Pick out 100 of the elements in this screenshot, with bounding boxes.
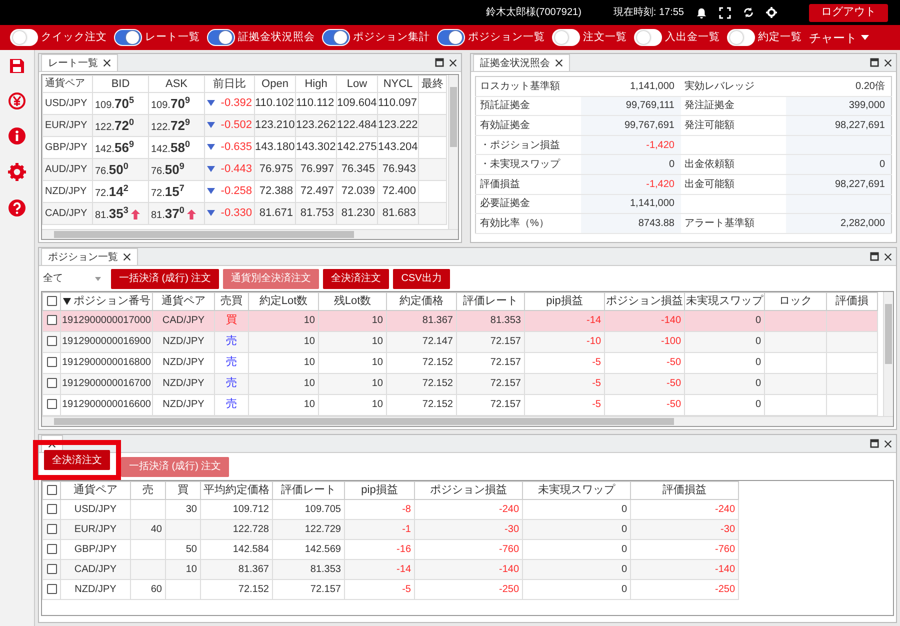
logout-button[interactable]: ログアウト [809, 4, 888, 22]
panel-tab[interactable]: レート一覧 [41, 54, 118, 71]
field-label: 有効証拠金 [476, 116, 580, 136]
help-icon[interactable] [8, 199, 26, 217]
close-icon[interactable] [103, 59, 111, 67]
checkbox[interactable] [46, 524, 56, 534]
price: 122.72$^{0}$ [95, 120, 134, 132]
column-header[interactable]: 評価損 [826, 292, 878, 310]
field-value: -1,420 [580, 174, 680, 194]
vertical-scrollbar[interactable] [883, 292, 893, 416]
maximize-icon[interactable] [435, 58, 444, 67]
checkbox[interactable] [46, 315, 56, 326]
yen-coin-icon[interactable] [8, 92, 26, 110]
sort-icon[interactable] [62, 298, 70, 305]
column-header[interactable]: ロック [764, 292, 826, 310]
close-icon[interactable] [449, 58, 457, 66]
column-header[interactable]: 売 [130, 482, 166, 499]
toggle-switch[interactable] [552, 29, 580, 46]
checkbox[interactable] [46, 378, 56, 388]
panel-tab[interactable]: 証拠金状況照会 [473, 54, 570, 71]
column-header[interactable]: ポジション損益 [414, 482, 522, 499]
column-header[interactable]: 残Lot数 [318, 292, 386, 310]
table-cell: 10 [318, 331, 386, 352]
column-header[interactable]: 通貨ペア [152, 292, 214, 310]
table-cell: -10 [524, 331, 604, 352]
table-cell: -100 [604, 331, 684, 352]
price: 142.58$^{0}$ [151, 142, 190, 154]
field-value: 0 [580, 154, 680, 174]
action-button[interactable]: 全決済注文 [323, 268, 390, 288]
table-row[interactable]: 1912900000016800 NZD/JPY 売 10 10 72.152 72.157 -5 -50 0 [42, 352, 878, 373]
toggle-switch[interactable] [114, 29, 142, 46]
toggle-switch[interactable] [634, 29, 662, 46]
column-header[interactable]: 平均約定価格 [200, 482, 272, 499]
column-header[interactable]: 評価レート [456, 292, 524, 310]
toggle-switch[interactable] [437, 29, 465, 46]
column-header[interactable]: ポジション損益 [604, 292, 684, 310]
table-row[interactable]: 1912900000016900 NZD/JPY 売 10 10 72.147 72.157 -10 -100 0 [42, 331, 878, 352]
table-row[interactable]: 1912900000016700 NZD/JPY 売 10 10 72.152 72.157 -5 -50 0 [42, 373, 878, 394]
toggle-switch[interactable] [727, 29, 755, 46]
field-label: 評価損益 [476, 174, 580, 194]
close-icon[interactable] [555, 59, 563, 67]
column-header[interactable]: 通貨ペア [60, 482, 130, 499]
table-cell: 0 [522, 579, 630, 599]
table-cell: 109.712 [200, 499, 272, 519]
field-value: 1,141,000 [580, 76, 680, 96]
close-icon[interactable] [884, 252, 892, 260]
save-icon[interactable] [9, 58, 25, 74]
table-row[interactable]: 1912900000017000 CAD/JPY 買 10 10 81.367 81.353 -14 -140 0 [42, 310, 878, 331]
checkbox[interactable] [46, 485, 56, 496]
column-header[interactable]: 買 [166, 482, 200, 499]
table-cell: -5 [524, 394, 604, 415]
action-button[interactable]: 一括決済 (成行) 注文 [111, 268, 220, 288]
maximize-icon[interactable] [870, 252, 879, 261]
field-label: ・未実現スワップ [476, 154, 580, 174]
close-icon[interactable] [884, 440, 892, 448]
checkbox[interactable] [46, 296, 56, 306]
checkbox[interactable] [46, 336, 56, 346]
info-icon[interactable] [8, 127, 26, 145]
bell-icon[interactable] [696, 6, 707, 18]
close-icon[interactable] [884, 58, 892, 66]
checkbox[interactable] [46, 504, 56, 514]
field-value: 98,227,691 [786, 116, 892, 136]
column-header[interactable]: 売買 [214, 292, 248, 310]
column-header[interactable]: pip損益 [524, 292, 604, 310]
column-header[interactable]: 約定Lot数 [248, 292, 318, 310]
panel-tab[interactable]: ポジション一覧 [41, 248, 138, 265]
fullscreen-icon[interactable] [719, 6, 731, 18]
maximize-icon[interactable] [870, 58, 879, 67]
chart-menu[interactable]: チャート [809, 28, 869, 46]
toggle-switch[interactable] [207, 29, 235, 46]
checkbox[interactable] [46, 544, 56, 554]
action-button[interactable]: CSV出力 [393, 268, 450, 288]
refresh-icon[interactable] [743, 7, 754, 18]
horizontal-scrollbar[interactable] [42, 416, 893, 426]
table-row[interactable]: 1912900000016600 NZD/JPY 売 10 10 72.152 72.157 -5 -50 0 [42, 394, 878, 415]
vertical-scrollbar[interactable] [448, 75, 458, 229]
column-header[interactable]: 通貨ペア [42, 76, 92, 92]
maximize-icon[interactable] [870, 439, 879, 448]
close-icon[interactable] [123, 253, 131, 261]
horizontal-scrollbar[interactable] [42, 229, 458, 239]
field-value: 99,769,111 [580, 96, 680, 116]
table-cell: -140 [414, 559, 522, 579]
action-button[interactable]: 全決済注文 [44, 450, 110, 470]
toggle-label: ポジション一覧 [468, 30, 545, 45]
toggle-switch[interactable] [10, 29, 38, 46]
table-cell: -140 [630, 559, 738, 579]
column-header[interactable]: pip損益 [344, 482, 414, 499]
field-value: 99,767,691 [580, 116, 680, 136]
column-header[interactable]: 未実現スワップ [522, 482, 630, 499]
checkbox[interactable] [46, 564, 56, 574]
checkbox[interactable] [46, 357, 56, 368]
checkbox[interactable] [46, 399, 56, 410]
column-header[interactable]: 評価レート [272, 482, 344, 499]
change-value: -0.502 [220, 120, 253, 131]
column-header[interactable]: 約定価格 [386, 292, 456, 310]
checkbox[interactable] [46, 584, 56, 594]
table-cell: 0 [684, 310, 764, 331]
column-header[interactable]: 未実現スワップ [684, 292, 764, 310]
toggle-switch[interactable] [322, 29, 350, 46]
column-header[interactable]: 評価損益 [630, 482, 738, 499]
